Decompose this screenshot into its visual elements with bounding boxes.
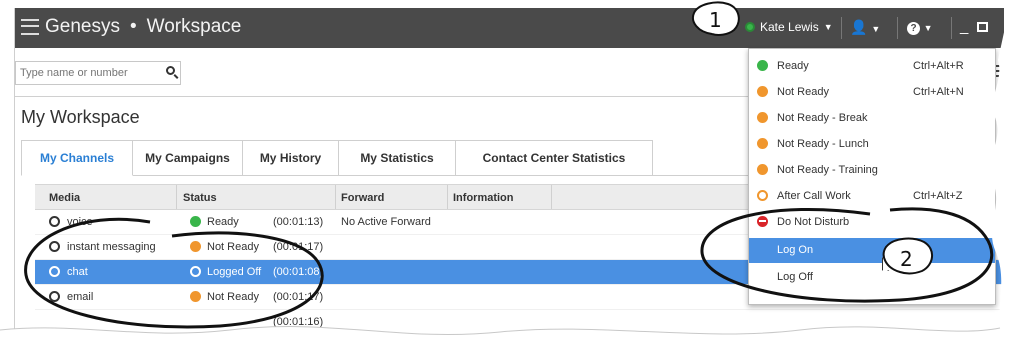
annotation-overlay: 1 2 [0,0,1011,345]
highlight-ellipse-channels [24,217,324,329]
callout-2-label: 2 [900,247,913,271]
callout-1-label: 1 [709,8,722,32]
torn-edge-right [989,0,1011,345]
highlight-ellipse-log-on [700,207,994,303]
torn-edge-bottom [0,326,1011,345]
